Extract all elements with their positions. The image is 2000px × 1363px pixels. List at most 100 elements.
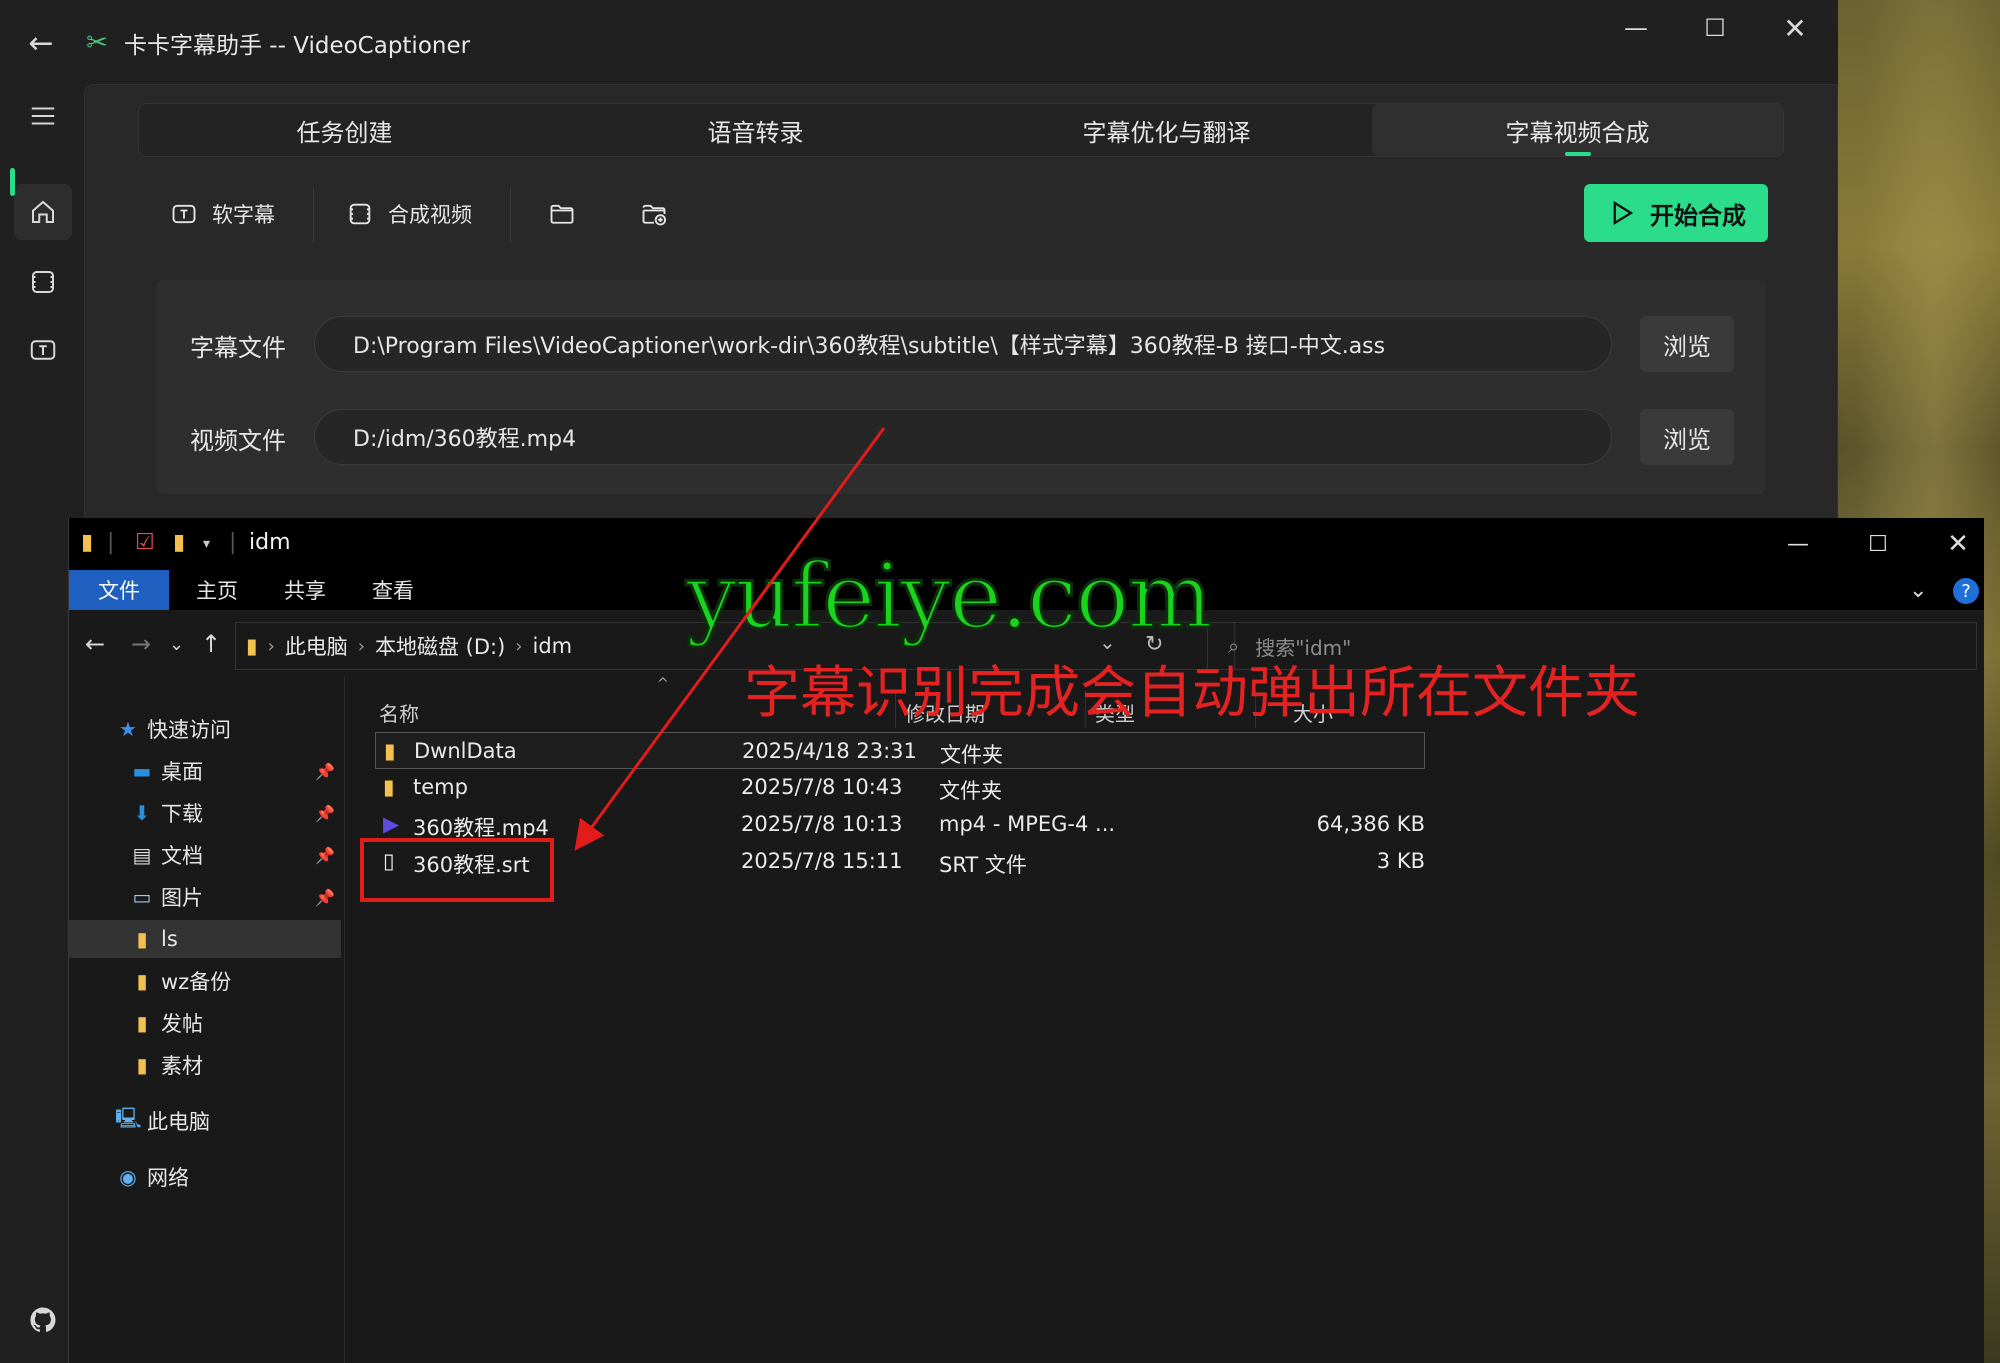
nav-folder-posts[interactable]: ▮ 发帖 (69, 1004, 341, 1042)
ribbon-tab-share[interactable]: 共享 (269, 570, 341, 610)
home-icon[interactable] (14, 184, 72, 240)
chevron-down-icon[interactable]: ⌄ (1909, 578, 1927, 603)
pivot-tabs: 任务创建 语音转录 字幕优化与翻译 字幕视频合成 (138, 103, 1784, 157)
nav-quick-access-label: 快速访问 (147, 718, 231, 742)
back-arrow-icon[interactable]: ← (18, 22, 64, 64)
video-file-input[interactable]: D:/idm/360教程.mp4 (314, 409, 1612, 465)
play-icon (1613, 200, 1634, 226)
close-icon[interactable]: ✕ (1935, 526, 1981, 562)
file-type: SRT 文件 (939, 853, 1027, 877)
help-icon[interactable]: ? (1953, 578, 1979, 604)
pin-icon[interactable]: 📌 (315, 846, 335, 865)
breadcrumb-idm[interactable]: idm (532, 634, 572, 658)
pin-icon[interactable]: 📌 (315, 762, 335, 781)
tab-subtitle-optimize[interactable]: 字幕优化与翻译 (961, 104, 1372, 156)
nav-folder-ls[interactable]: ▮ ls (69, 920, 341, 958)
breadcrumb-this-pc[interactable]: 此电脑 (285, 631, 348, 661)
nav-wz-backup-label: wz备份 (161, 970, 232, 994)
column-name[interactable]: 名称 (379, 698, 419, 727)
folder-icon: ▮ (136, 1053, 148, 1077)
folder-add-icon (642, 204, 667, 226)
folder-icon (550, 204, 574, 224)
nav-desktop[interactable]: ▬ 桌面 📌 (69, 752, 341, 790)
nav-quick-access[interactable]: ★ 快速访问 (69, 710, 341, 748)
app-titlebar: ← ✂ 卡卡字幕助手 -- VideoCaptioner — ☐ ✕ (0, 0, 1838, 84)
nav-selection-indicator (10, 168, 15, 196)
github-icon[interactable] (14, 1292, 72, 1348)
file-type: mp4 - MPEG-4 ... (939, 812, 1116, 836)
nav-this-pc-label: 此电脑 (147, 1110, 210, 1134)
start-synthesis-label: 开始合成 (1650, 201, 1746, 230)
tab-task-create[interactable]: 任务创建 (139, 104, 550, 156)
up-arrow-icon[interactable]: ↑ (201, 630, 221, 658)
nav-network[interactable]: ◉ 网络 (69, 1158, 341, 1196)
folder-icon: ▮ (136, 969, 148, 993)
folder-icon: ▮ (81, 530, 94, 555)
computer-icon: 🖳 (115, 1106, 142, 1130)
nav-downloads[interactable]: ⬇ 下载 📌 (69, 794, 341, 832)
start-synthesis-button[interactable]: 开始合成 (1584, 184, 1768, 242)
close-icon[interactable]: ✕ (1773, 10, 1817, 46)
merge-video-label: 合成视频 (388, 203, 472, 227)
back-arrow-icon[interactable]: ← (85, 630, 105, 658)
film-icon[interactable] (14, 254, 72, 310)
ribbon-tab-home[interactable]: 主页 (181, 570, 253, 610)
divider: | (107, 530, 115, 555)
recent-locations-icon[interactable]: ⌄ (169, 634, 184, 655)
subtitle-icon (172, 204, 196, 224)
file-type: 文件夹 (940, 743, 1003, 767)
folder-icon: ▮ (384, 739, 396, 763)
divider: | (229, 530, 237, 555)
tab-video-synthesis[interactable]: 字幕视频合成 (1372, 104, 1783, 156)
forward-arrow-icon[interactable]: → (131, 630, 151, 658)
file-size: 3 KB (1376, 849, 1425, 873)
breadcrumb-drive-d[interactable]: 本地磁盘 (D:) (375, 631, 505, 661)
maximize-icon[interactable]: ☐ (1855, 526, 1901, 562)
pin-icon[interactable]: 📌 (315, 804, 335, 823)
nav-network-label: 网络 (147, 1166, 189, 1190)
toolbar-separator (510, 188, 511, 242)
pin-icon[interactable]: 📌 (315, 888, 335, 907)
soft-subtitle-toggle[interactable]: 软字幕 (170, 192, 275, 236)
file-type: 文件夹 (939, 779, 1002, 803)
minimize-icon[interactable]: — (1775, 526, 1821, 562)
minimize-icon[interactable]: — (1614, 10, 1658, 46)
file-row[interactable]: ▮ DwnlData 2025/4/18 23:31 文件夹 (375, 732, 1425, 769)
tab-transcription[interactable]: 语音转录 (550, 104, 961, 156)
nav-pictures[interactable]: ▭ 图片 📌 (69, 878, 341, 916)
nav-documents[interactable]: ▤ 文档 📌 (69, 836, 341, 874)
ribbon-tab-file[interactable]: 文件 (69, 570, 169, 610)
nav-posts-label: 发帖 (161, 1012, 203, 1036)
new-folder-icon[interactable]: ▮ (173, 530, 185, 555)
highlight-box (360, 838, 554, 902)
sort-ascending-icon: ^ (657, 676, 669, 692)
nav-folder-materials[interactable]: ▮ 素材 (69, 1046, 341, 1084)
subtitle-icon[interactable] (14, 322, 72, 378)
subtitle-file-label: 字幕文件 (190, 334, 286, 362)
nav-this-pc[interactable]: 🖳 此电脑 (69, 1102, 341, 1140)
file-modified: 2025/7/8 10:43 (741, 775, 903, 799)
merge-video-toggle[interactable]: 合成视频 (346, 192, 472, 236)
breadcrumb-separator: › (357, 635, 365, 657)
folder-icon: ▮ (136, 1011, 148, 1035)
maximize-icon[interactable]: ☐ (1693, 10, 1737, 46)
network-icon: ◉ (119, 1165, 137, 1189)
nav-pictures-label: 图片 (161, 886, 203, 910)
file-row[interactable]: ▮ temp 2025/7/8 10:43 文件夹 (375, 769, 1425, 806)
download-arrow-icon: ⬇ (133, 801, 151, 825)
ribbon-tab-view[interactable]: 查看 (357, 570, 429, 610)
file-modified: 2025/7/8 15:11 (741, 849, 903, 873)
add-folder-button[interactable] (640, 192, 668, 236)
nav-folder-wz-backup[interactable]: ▮ wz备份 (69, 962, 341, 1000)
browse-video-button[interactable]: 浏览 (1640, 409, 1734, 465)
open-folder-button[interactable] (548, 192, 576, 236)
customize-quick-access-icon[interactable]: ▾ (203, 536, 210, 552)
subtitle-file-input[interactable]: D:\Program Files\VideoCaptioner\work-dir… (314, 316, 1612, 372)
properties-icon[interactable]: ☑ (135, 530, 155, 555)
scissors-logo-icon: ✂ (86, 28, 108, 58)
hamburger-menu-icon[interactable] (14, 88, 72, 144)
app-title: 卡卡字幕助手 -- VideoCaptioner (124, 33, 471, 59)
browse-subtitle-button[interactable]: 浏览 (1640, 316, 1734, 372)
file-size: 64,386 KB (1316, 812, 1425, 836)
breadcrumb-separator: › (515, 635, 523, 657)
